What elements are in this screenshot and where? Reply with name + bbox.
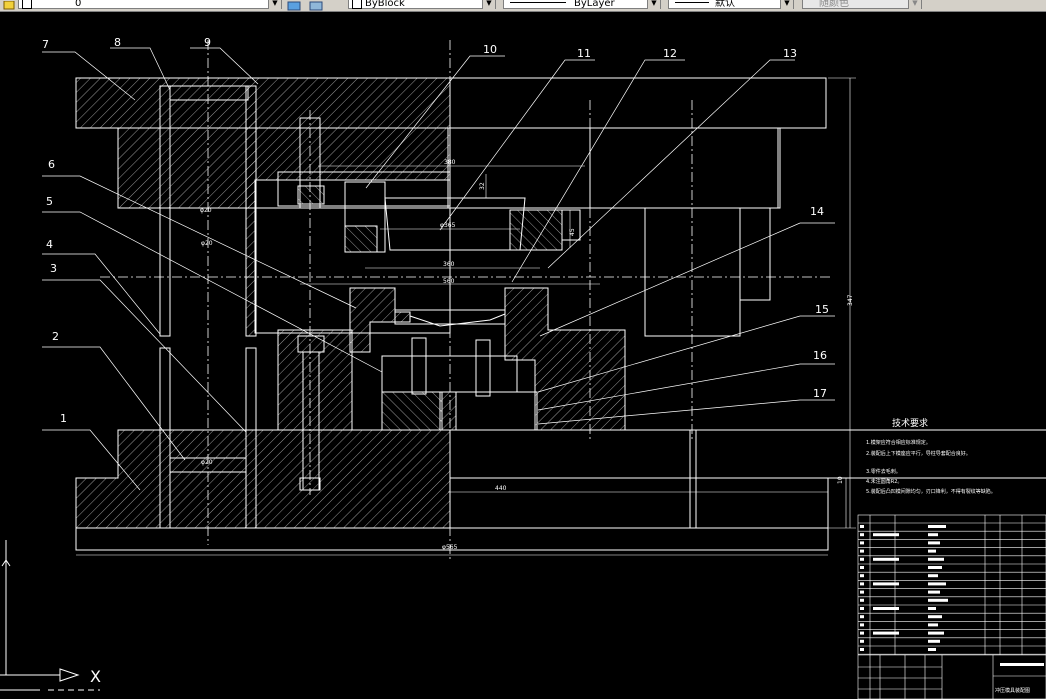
- parts-list-code-bar: [873, 631, 899, 635]
- parts-list-index-mark: [860, 648, 864, 651]
- parts-list-cell-bar: [928, 557, 944, 561]
- parts-list-index-mark: [860, 574, 864, 578]
- tech-title: 技术要求: [892, 417, 928, 429]
- parts-list-index-mark: [860, 623, 864, 627]
- dim-45: 45: [569, 228, 576, 236]
- parts-list-cell-bar: [928, 549, 936, 553]
- dim-phi20-middle: φ20: [201, 240, 213, 247]
- part-label-6: 6: [48, 158, 55, 171]
- dim-560: 560: [443, 278, 455, 285]
- plotstyle-value: 随颜色: [819, 0, 849, 9]
- parts-list-index-mark: [860, 525, 864, 528]
- drawing-canvas[interactable]: 7 8 9 10 11 12 13 6 5 4 3 2 1 14 15 16 1…: [0, 12, 1046, 699]
- parts-list-code-bar: [873, 533, 899, 537]
- layer-dropdown[interactable]: 0 ▼: [18, 0, 282, 9]
- chevron-down-icon[interactable]: ▼: [268, 0, 281, 9]
- parts-list-cell-bar: [928, 541, 940, 545]
- dim-phi20-lower: φ20: [201, 459, 213, 466]
- dim-380: 380: [444, 159, 456, 166]
- dim-360: 360: [443, 261, 455, 268]
- ucs-icon: [0, 540, 100, 691]
- parts-list-code-bar: [873, 607, 899, 610]
- tech-note-1: 1.模架应符合相应标准规定。: [866, 439, 931, 446]
- parts-list-code-bar: [873, 557, 899, 561]
- part-label-16: 16: [813, 349, 827, 362]
- parts-list-index-mark: [860, 607, 864, 610]
- part-label-9: 9: [204, 36, 211, 49]
- part-label-8: 8: [114, 36, 121, 49]
- parts-list-index-mark: [860, 566, 864, 569]
- tech-note-5: 5.装配后凸凹模间隙均匀，刃口锋利，不得有裂纹等缺陷。: [866, 488, 996, 495]
- parts-list-cell-bar: [928, 525, 946, 528]
- properties-toolbar: 0 ▼ ByBlock ▼ ByLayer ▼ 默认 ▼ 随颜色 ▼: [0, 0, 1046, 12]
- technical-requirements: 技术要求 1.模架应符合相应标准规定。 2.装配后上下模座应平行，导柱导套配合良…: [866, 417, 996, 495]
- parts-list-cell-bar: [928, 590, 940, 594]
- tech-note-2: 2.装配后上下模座应平行，导柱导套配合良好。: [866, 450, 971, 457]
- parts-list-index-mark: [860, 549, 864, 553]
- parts-list-cell-bar: [928, 615, 942, 619]
- layer-state-icon[interactable]: [2, 0, 16, 10]
- parts-list-index-mark: [860, 541, 864, 545]
- chevron-down-icon[interactable]: ▼: [647, 0, 660, 9]
- part-label-11: 11: [577, 47, 591, 60]
- part-label-17: 17: [813, 387, 827, 400]
- part-label-1: 1: [60, 412, 67, 425]
- part-label-3: 3: [50, 262, 57, 275]
- title-block-bar: [1000, 663, 1044, 666]
- plotstyle-dropdown[interactable]: 随颜色 ▼: [802, 0, 922, 9]
- dim-32: 32: [479, 182, 486, 190]
- part-label-5: 5: [46, 195, 53, 208]
- parts-list-index-mark: [860, 533, 864, 537]
- parts-list-index-mark: [860, 582, 864, 586]
- parts-list-index-mark: [860, 598, 864, 602]
- linetype-dropdown[interactable]: ByLayer ▼: [503, 0, 661, 9]
- dim-347: 347: [847, 294, 854, 306]
- parts-list-index-mark: [860, 557, 864, 561]
- parts-list-cell-bar: [928, 648, 936, 651]
- parts-list-code-bar: [873, 582, 899, 586]
- part-label-14: 14: [810, 205, 824, 218]
- chevron-down-icon[interactable]: ▼: [908, 0, 921, 9]
- parts-list-cell-bar: [928, 533, 938, 537]
- chevron-down-icon[interactable]: ▼: [780, 0, 793, 9]
- part-label-2: 2: [52, 330, 59, 343]
- parts-list-cell-bar: [928, 623, 938, 627]
- make-current-layer-icon[interactable]: [287, 0, 301, 11]
- layer-previous-icon[interactable]: [309, 0, 323, 11]
- part-label-12: 12: [663, 47, 677, 60]
- color-value: ByBlock: [365, 0, 405, 9]
- dim-10: 10: [837, 476, 844, 484]
- part-label-13: 13: [783, 47, 797, 60]
- layer-value: 0: [75, 0, 82, 9]
- lineweight-dropdown[interactable]: 默认 ▼: [668, 0, 794, 9]
- parts-list-cell-bar: [928, 566, 942, 569]
- parts-list-index-mark: [860, 615, 864, 619]
- title-block-name: 冲压模具装配图: [995, 687, 1030, 694]
- dim-440: 440: [495, 485, 507, 492]
- part-label-10: 10: [483, 43, 497, 56]
- part-label-15: 15: [815, 303, 829, 316]
- dim-phi565: φ565: [442, 544, 458, 551]
- part-label-4: 4: [46, 238, 53, 251]
- color-dropdown[interactable]: ByBlock ▼: [348, 0, 496, 9]
- parts-list-cell-bar: [928, 598, 948, 602]
- parts-list-index-mark: [860, 590, 864, 594]
- parts-list-cell-bar: [928, 607, 936, 610]
- parts-list-cell-bar: [928, 639, 940, 643]
- parts-list-cell-bar: [928, 631, 944, 635]
- tech-note-4: 4.未注圆角R2。: [866, 478, 902, 485]
- parts-list-index-mark: [860, 631, 864, 635]
- part-label-7: 7: [42, 38, 49, 51]
- parts-list-index-mark: [860, 639, 864, 643]
- parts-list-cell-bar: [928, 574, 938, 578]
- ucs-x-label: X: [90, 667, 101, 686]
- chevron-down-icon[interactable]: ▼: [482, 0, 495, 9]
- parts-list-cell-text: [860, 525, 948, 651]
- tech-note-3: 3.零件去毛刺。: [866, 468, 901, 475]
- dim-phi365: φ365: [440, 222, 456, 229]
- dim-phi20-upper: φ20: [200, 207, 212, 214]
- parts-list-cell-bar: [928, 582, 946, 586]
